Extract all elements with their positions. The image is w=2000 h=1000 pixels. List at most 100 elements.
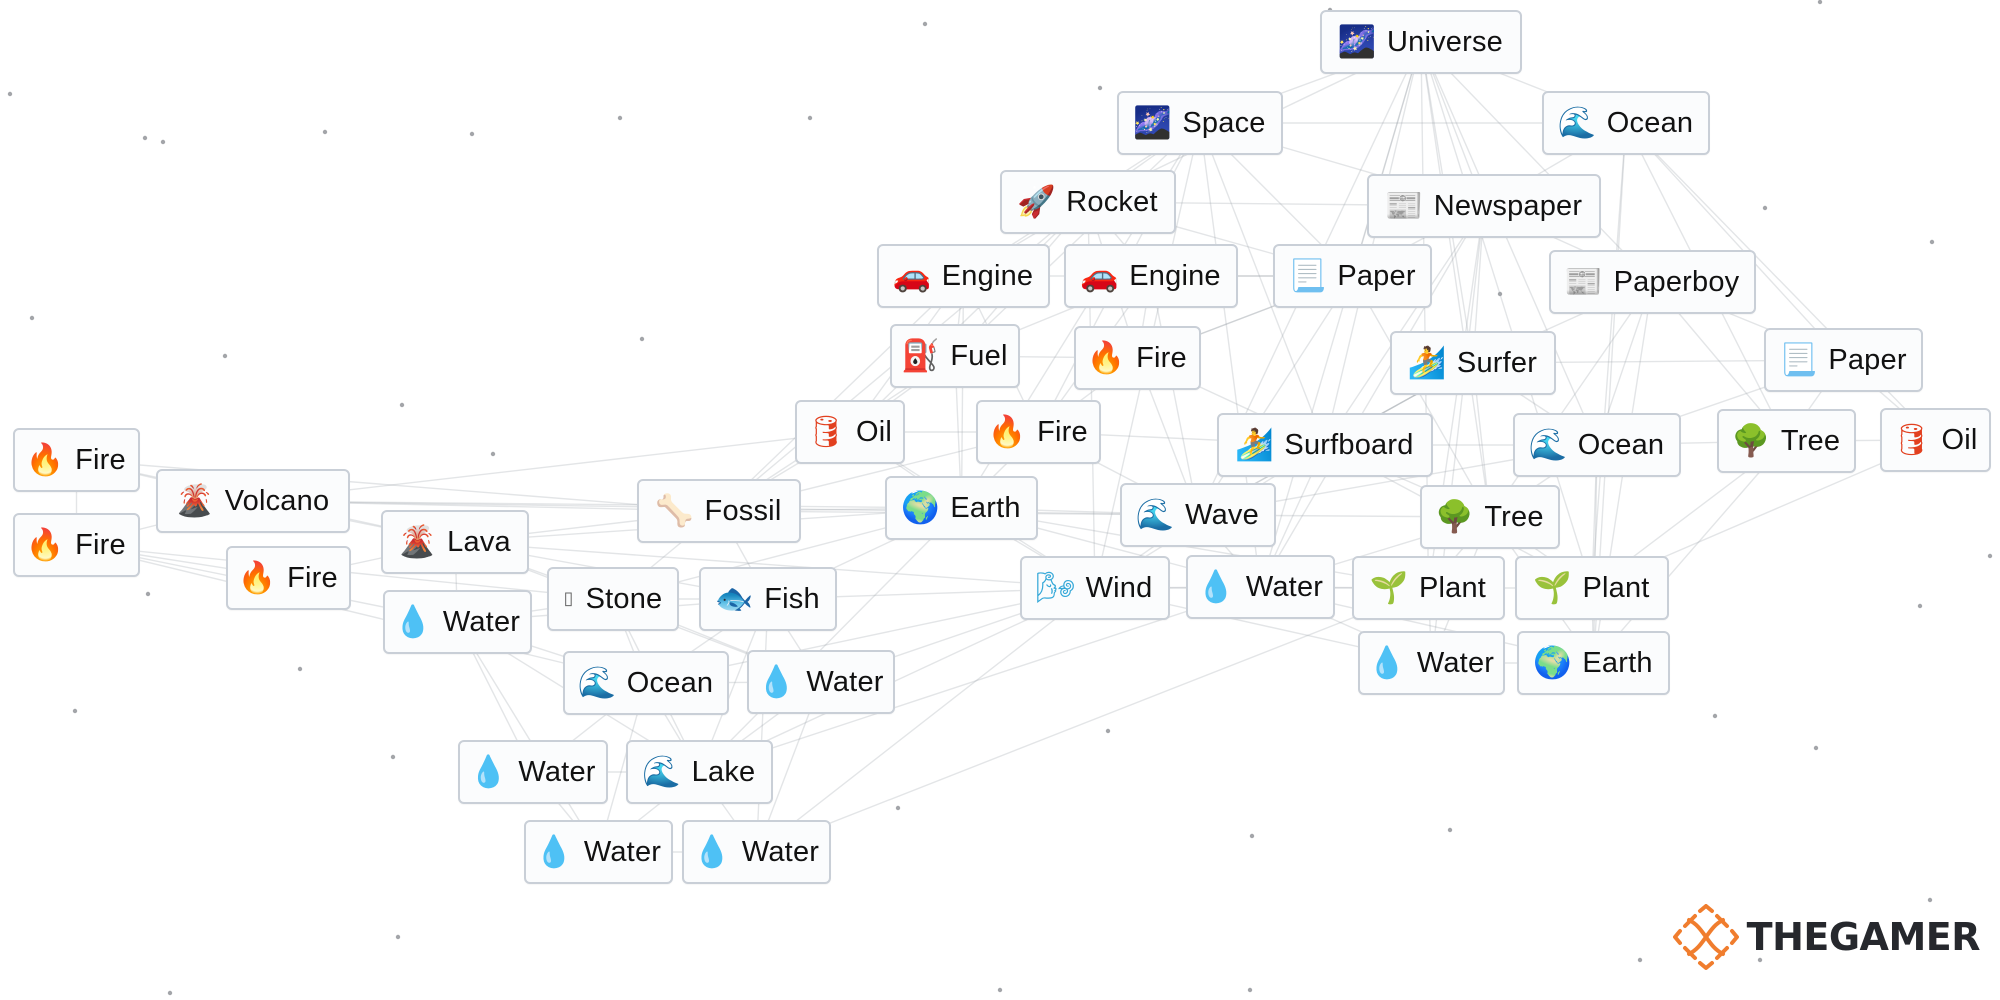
- particle-dot: [399, 402, 405, 408]
- element-node-wave[interactable]: 🌊 Wave: [1120, 483, 1276, 547]
- element-node-engine1[interactable]: 🚗 Engine: [877, 244, 1050, 308]
- particle-dot: [167, 990, 173, 996]
- element-node-paper1[interactable]: 📃 Paper: [1273, 244, 1432, 308]
- particle-dot: [72, 708, 78, 714]
- wave-icon: 🌊: [1135, 496, 1175, 533]
- element-node-oil1[interactable]: 🛢 Oil: [795, 400, 905, 464]
- particle-dot: [390, 754, 396, 760]
- particle-dot: [490, 451, 496, 457]
- element-node-surfer[interactable]: 🏄 Surfer: [1390, 331, 1556, 395]
- particle-dot: [895, 805, 901, 811]
- oil-drum-icon: 🛢: [806, 413, 846, 450]
- connection-line: [960, 275, 965, 509]
- connection-line: [1625, 122, 1845, 361]
- particle-dot: [1097, 85, 1103, 91]
- thegamer-logo-icon: [1672, 904, 1739, 970]
- particle-dot: [1105, 728, 1111, 734]
- element-node-water-b1[interactable]: 💧 Water: [458, 740, 608, 804]
- oil-drum-icon: 🛢: [1891, 421, 1932, 458]
- element-node-volcano[interactable]: 🌋 Volcano: [156, 469, 350, 533]
- element-node-fire-l2[interactable]: 🔥 Fire: [13, 513, 140, 577]
- element-node-fire-l1[interactable]: 🔥 Fire: [13, 428, 140, 492]
- element-label: Engine: [1129, 259, 1221, 292]
- element-node-oil2[interactable]: 🛢 Oil: [1880, 408, 1991, 472]
- element-node-rocket[interactable]: 🚀 Rocket: [1000, 170, 1176, 234]
- element-node-water-r[interactable]: 💧 Water: [1358, 631, 1505, 695]
- element-label: Fire: [1037, 415, 1088, 448]
- craft-canvas[interactable]: 🌌 Universe 🌌 Space 🌊 Ocean 🚀 Rocket 📰 Newspaper 🚗 E…: [0, 0, 2000, 1000]
- element-node-ocean-top[interactable]: 🌊 Ocean: [1542, 91, 1710, 155]
- element-label: Surfer: [1456, 346, 1538, 379]
- element-node-paper2[interactable]: 📃 Paper: [1764, 328, 1923, 392]
- droplet-icon: 💧: [1367, 644, 1407, 681]
- element-label: Fire: [75, 528, 126, 561]
- volcano-icon: 🌋: [175, 482, 214, 519]
- droplet-icon: 💧: [757, 663, 796, 700]
- element-node-paperboy[interactable]: 📰 Paperboy: [1549, 250, 1756, 314]
- missing-glyph-icon: ▯: [563, 588, 574, 609]
- newspaper-icon: 📰: [1564, 263, 1603, 300]
- element-node-space[interactable]: 🌌 Space: [1117, 91, 1283, 155]
- element-node-plant2[interactable]: 🌱 Plant: [1515, 556, 1669, 620]
- particle-dot: [1813, 745, 1819, 751]
- element-node-plant1[interactable]: 🌱 Plant: [1352, 556, 1505, 620]
- element-node-fire-c1[interactable]: 🔥 Fire: [1074, 326, 1201, 390]
- car-icon: 🚗: [1079, 257, 1119, 294]
- element-label: Surfboard: [1284, 428, 1414, 461]
- element-node-earth-c[interactable]: 🌍 Earth: [885, 476, 1038, 540]
- particle-dot: [1927, 897, 1933, 903]
- fire-icon: 🔥: [1086, 339, 1126, 376]
- element-node-water-m[interactable]: 💧 Water: [747, 650, 895, 714]
- element-node-fire-l3[interactable]: 🔥 Fire: [226, 546, 351, 610]
- element-label: Tree: [1484, 500, 1544, 533]
- element-node-fish[interactable]: 🐟 Fish: [699, 567, 837, 631]
- element-node-fossil[interactable]: 🦴 Fossil: [637, 479, 801, 543]
- connection-line: [756, 587, 1429, 853]
- fire-icon: 🔥: [25, 441, 65, 478]
- particle-dot: [142, 135, 148, 141]
- particle-dot: [1917, 603, 1923, 609]
- wave-icon: 🌊: [577, 664, 617, 701]
- element-node-fuel[interactable]: ⛽ Fuel: [890, 324, 1020, 388]
- element-node-lava[interactable]: 🌋 Lava: [381, 510, 529, 574]
- fuel-pump-icon: ⛽: [901, 337, 940, 374]
- particle-dot: [922, 21, 928, 27]
- element-node-earth-r[interactable]: 🌍 Earth: [1517, 631, 1670, 695]
- connection-line: [1489, 281, 1654, 518]
- element-node-water-b3[interactable]: 💧 Water: [682, 820, 831, 884]
- element-label: Stone: [585, 582, 663, 615]
- element-node-newspaper[interactable]: 📰 Newspaper: [1367, 174, 1601, 238]
- element-label: Tree: [1780, 424, 1841, 457]
- element-label: Oil: [1941, 423, 1978, 456]
- particle-dot: [1497, 291, 1503, 297]
- element-node-tree1[interactable]: 🌳 Tree: [1717, 409, 1856, 473]
- element-node-ocean-low[interactable]: 🌊 Ocean: [563, 651, 729, 715]
- element-label: Paper: [1337, 259, 1416, 292]
- element-label: Water: [806, 665, 884, 698]
- element-node-surfboard[interactable]: 🏄 Surfboard: [1217, 413, 1433, 477]
- element-node-stone[interactable]: ▯ Stone: [547, 567, 679, 631]
- element-node-ocean-mid[interactable]: 🌊 Ocean: [1513, 413, 1681, 477]
- newspaper-icon: 📰: [1384, 187, 1424, 224]
- element-label: Plant: [1418, 571, 1487, 604]
- element-node-engine2[interactable]: 🚗 Engine: [1064, 244, 1238, 308]
- element-node-water-l[interactable]: 💧 Water: [383, 590, 532, 654]
- element-label: Water: [1245, 570, 1324, 603]
- particle-dot: [1817, 0, 1823, 5]
- particle-dot: [222, 353, 228, 359]
- element-node-water-c[interactable]: 💧 Water: [1186, 555, 1335, 619]
- element-node-universe[interactable]: 🌌 Universe: [1320, 10, 1522, 74]
- particle-dot: [997, 987, 1003, 993]
- element-label: Fossil: [704, 494, 782, 527]
- element-node-wind[interactable]: 🌬 Wind: [1020, 556, 1170, 620]
- particle-dot: [322, 129, 328, 135]
- galaxy-icon: 🌌: [1133, 104, 1172, 141]
- particle-dot: [639, 336, 645, 342]
- particle-dot: [145, 591, 151, 597]
- element-node-tree2[interactable]: 🌳 Tree: [1420, 485, 1560, 549]
- element-node-fire-c2[interactable]: 🔥 Fire: [976, 400, 1101, 464]
- element-node-lake[interactable]: 🌊 Lake: [626, 740, 773, 804]
- seedling-icon: 🌱: [1533, 569, 1572, 606]
- element-node-water-b2[interactable]: 💧 Water: [524, 820, 673, 884]
- connection-line: [1197, 275, 1354, 516]
